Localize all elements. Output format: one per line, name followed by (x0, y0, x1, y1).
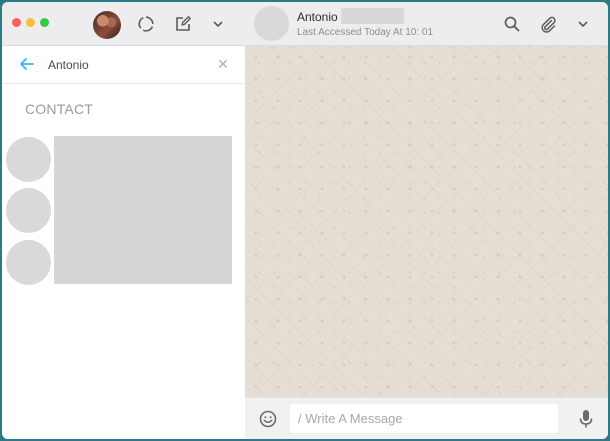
last-seen-status: Last Accessed Today At 10: 01 (297, 27, 434, 38)
back-arrow-icon[interactable] (18, 55, 38, 75)
message-composer (245, 397, 608, 439)
chevron-down-icon[interactable] (573, 14, 593, 34)
contact-avatar[interactable] (6, 188, 51, 233)
close-icon[interactable]: ✕ (216, 57, 230, 71)
zoom-window-button[interactable] (40, 18, 49, 27)
paperclip-icon[interactable] (538, 14, 558, 34)
app-window: Antonio ✕ CONTACT Antonio Last Accessed … (2, 2, 608, 439)
close-window-button[interactable] (12, 18, 21, 27)
chevron-down-icon[interactable] (208, 14, 228, 34)
contact-avatar[interactable] (6, 137, 51, 182)
contact-avatar[interactable] (6, 240, 51, 285)
contact-section-heading: CONTACT (25, 101, 94, 117)
search-icon[interactable] (502, 14, 522, 34)
contact-avatar[interactable] (254, 6, 289, 41)
sidebar: Antonio ✕ CONTACT (2, 2, 246, 439)
status-icon[interactable] (136, 14, 156, 34)
minimize-window-button[interactable] (26, 18, 35, 27)
search-bar: Antonio ✕ (2, 46, 245, 84)
emoji-icon[interactable] (258, 409, 278, 429)
chat-message-area[interactable] (245, 46, 608, 397)
search-input[interactable]: Antonio (48, 58, 89, 72)
redacted-contact-list[interactable] (54, 136, 232, 284)
message-input[interactable] (290, 404, 558, 433)
redacted-name (341, 8, 404, 24)
contact-name[interactable]: Antonio (297, 10, 338, 24)
new-chat-icon[interactable] (173, 14, 193, 34)
chat-pane: Antonio Last Accessed Today At 10: 01 (245, 2, 608, 439)
microphone-icon[interactable] (577, 408, 597, 430)
my-profile-avatar[interactable] (93, 11, 121, 39)
sidebar-header (2, 2, 245, 46)
chat-header: Antonio Last Accessed Today At 10: 01 (245, 2, 608, 46)
